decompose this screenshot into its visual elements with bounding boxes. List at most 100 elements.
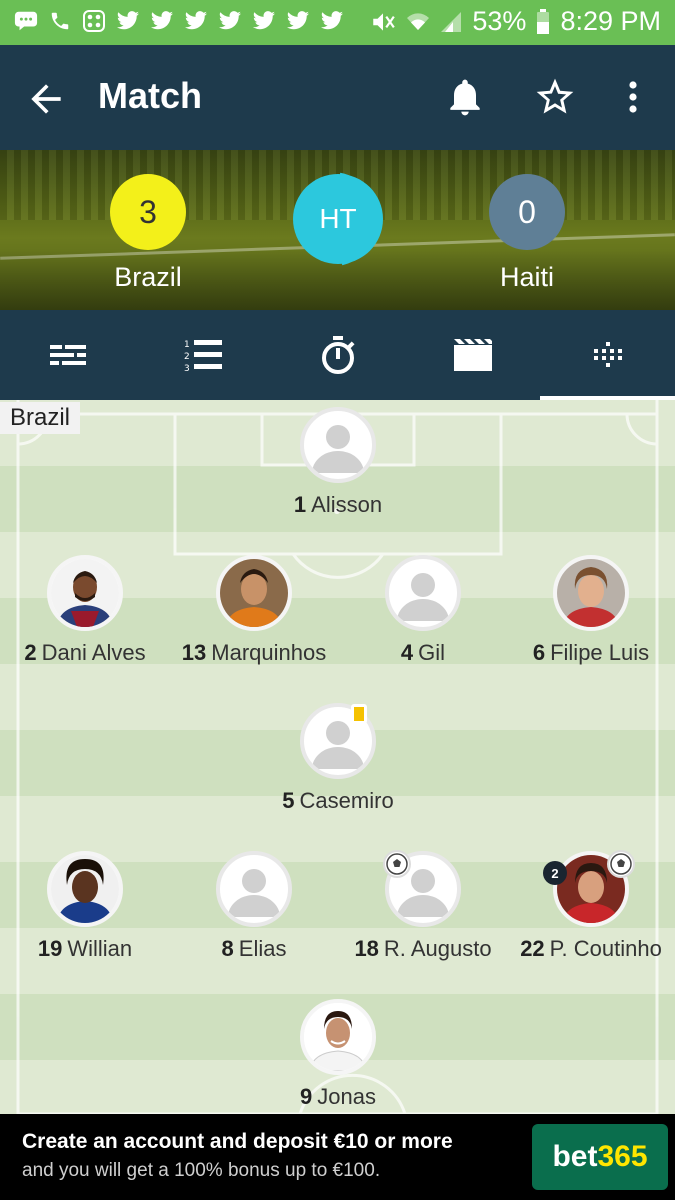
player-photo (47, 851, 123, 927)
player-name-text: P. Coutinho (549, 936, 662, 961)
player-card[interactable]: 9 Jonas (253, 999, 423, 1114)
tab-timeline[interactable] (270, 310, 405, 400)
goal-count-badge: 2 (543, 861, 567, 885)
player-number: 8 (221, 936, 234, 961)
player-photo-image (51, 855, 119, 923)
tab-video[interactable] (405, 310, 540, 400)
player-number: 9 (300, 1084, 313, 1109)
player-number: 2 (24, 640, 37, 665)
default-avatar-icon (312, 425, 364, 473)
bell-icon (450, 79, 480, 116)
away-score: 0 (489, 174, 565, 250)
video-icon (453, 339, 492, 371)
player-name: 22 P. Coutinho (486, 936, 675, 962)
player-number: 22 (520, 936, 545, 961)
player-photo-image (51, 559, 119, 627)
twitter-icon (218, 8, 242, 34)
match-tabs: 1 2 3 (0, 310, 675, 400)
player-card[interactable]: 8 Elias (169, 851, 339, 971)
twitter-icon (286, 8, 310, 34)
player-name-text: Casemiro (299, 788, 394, 813)
notification-icons (14, 8, 344, 34)
player-avatar (385, 555, 461, 631)
player-card[interactable]: 1 Alisson (253, 407, 423, 527)
favorite-button[interactable] (533, 75, 577, 119)
twitter-icon (184, 8, 208, 34)
twitter-icon (116, 8, 140, 34)
wifi-icon (406, 10, 430, 34)
tab-lineup[interactable] (540, 310, 675, 400)
player-name-text: Gil (418, 640, 446, 665)
player-name-text: Filipe Luis (550, 640, 650, 665)
player-number: 6 (532, 640, 546, 665)
messages-icon (14, 8, 38, 34)
tab-ranked-list[interactable]: 1 2 3 (135, 310, 270, 400)
match-header: 3 Brazil HT 0 Haiti (0, 150, 675, 310)
app-bar: Match (0, 45, 675, 150)
phone-icon (48, 8, 72, 34)
bet365-logo[interactable]: bet 365 (532, 1124, 668, 1190)
lineup-team-label: Brazil (0, 402, 81, 434)
player-name-text: Alisson (311, 492, 383, 517)
notifications-button[interactable] (443, 75, 487, 119)
away-team-name[interactable]: Haiti (447, 262, 607, 293)
tab-summary[interactable] (0, 310, 135, 400)
player-card[interactable]: 6 Filipe Luis (506, 555, 675, 675)
player-card[interactable]: 5 Casemiro (253, 703, 423, 823)
player-number: 5 (282, 788, 295, 813)
home-score: 3 (110, 174, 186, 250)
player-photo (553, 555, 629, 631)
lineup-pitch: Brazil 1 Alisson 2 Dani Alves 13 Marquin… (0, 400, 675, 1114)
stopwatch-icon (321, 336, 355, 374)
logo-main-text: bet (552, 1140, 598, 1173)
player-avatar (216, 851, 292, 927)
more-options-button[interactable] (618, 75, 648, 119)
player-number: 13 (181, 640, 207, 665)
twitter-icon (150, 8, 174, 34)
signal-icon (440, 10, 462, 34)
player-name: 5 Casemiro (233, 788, 443, 814)
goal-ball-icon (607, 850, 635, 878)
home-team-name[interactable]: Brazil (68, 262, 228, 293)
player-name-text: R. Augusto (383, 936, 492, 961)
player-name: 1 Alisson (233, 492, 443, 518)
default-avatar-icon (397, 573, 449, 621)
ad-subline: and you will get a 100% bonus up to €100… (22, 1160, 381, 1181)
goal-ball-icon (383, 850, 411, 878)
logo-accent-text: 365 (597, 1140, 648, 1173)
default-avatar-icon (228, 869, 280, 917)
player-photo-image (304, 1003, 372, 1071)
player-photo-image (557, 559, 625, 627)
page-title: Match (98, 75, 203, 116)
player-photo (47, 555, 123, 631)
player-name-text: Elias (238, 936, 287, 961)
player-name-text: Jonas (317, 1084, 376, 1109)
summary-icon (49, 345, 86, 365)
ranked-list-icon: 1 2 3 (184, 340, 222, 372)
player-photo-image (220, 559, 288, 627)
status-bar: 53% 8:29 PM (0, 0, 675, 45)
match-status: HT (290, 164, 394, 268)
player-name: 9 Jonas (233, 1084, 443, 1110)
player-number: 4 (400, 640, 414, 665)
lineup-icon (593, 342, 622, 367)
twitter-icon (320, 8, 344, 34)
player-card[interactable]: 19 Willian (0, 851, 170, 971)
svg-text:3: 3 (184, 364, 190, 372)
svg-text:2: 2 (184, 352, 190, 362)
player-card[interactable]: 18 R. Augusto (338, 850, 508, 971)
clock: 8:29 PM (560, 6, 661, 36)
player-number: 18 (354, 936, 379, 961)
match-status-badge: HT (293, 174, 383, 264)
player-card[interactable]: 2 Dani Alves (0, 555, 170, 675)
player-card[interactable]: 13 Marquinhos (169, 555, 339, 675)
back-button[interactable] (24, 77, 68, 121)
mute-icon (370, 9, 396, 35)
player-card[interactable]: 2 22 P. Coutinho (506, 850, 675, 971)
twitter-icon (252, 8, 276, 34)
yellow-card-icon (351, 704, 367, 724)
ad-banner[interactable]: Create an account and deposit €10 or mor… (0, 1114, 675, 1200)
player-photo (300, 999, 376, 1075)
player-card[interactable]: 4 Gil (338, 555, 508, 675)
player-name-text: Dani Alves (41, 640, 146, 665)
